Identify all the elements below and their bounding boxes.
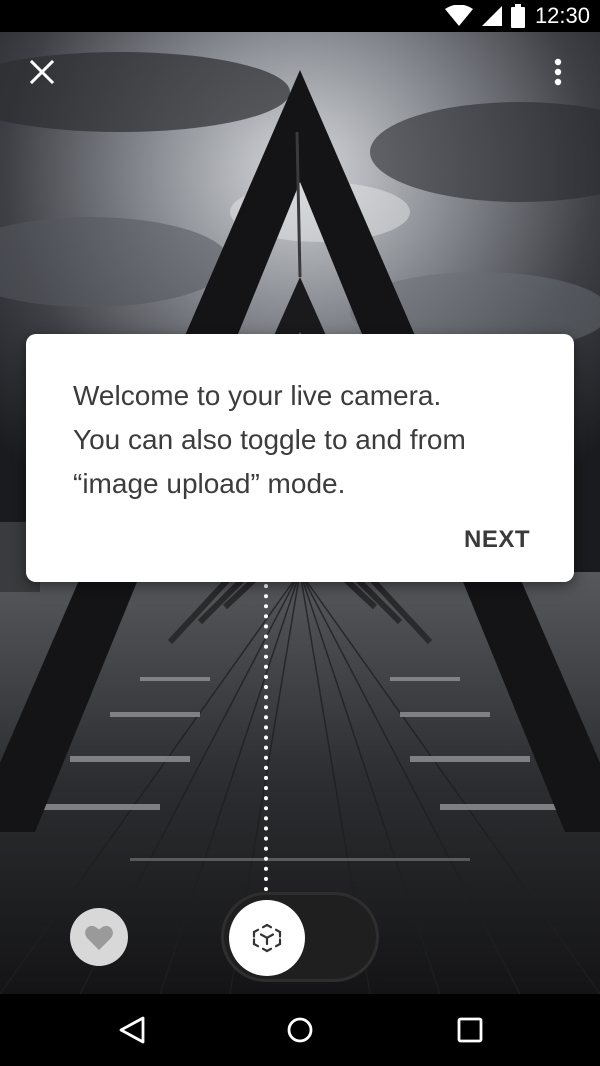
status-bar: 12:30 — [0, 0, 600, 32]
close-icon — [30, 60, 54, 84]
tooltip-line: Welcome to your live camera. — [73, 380, 442, 411]
cell-signal-icon — [481, 6, 502, 26]
more-vertical-icon — [554, 58, 562, 86]
home-icon — [287, 1017, 313, 1043]
recents-button[interactable] — [450, 1010, 490, 1050]
more-options-button[interactable] — [538, 52, 578, 92]
tooltip-line: You can also toggle to and from — [73, 424, 466, 455]
tooltip-pointer-line — [264, 584, 268, 894]
camera-screen: 12:30 Welcome to your live camera. You c… — [0, 0, 600, 1066]
mode-toggle-knob[interactable] — [229, 900, 305, 976]
heart-icon — [85, 925, 113, 950]
recents-icon — [457, 1017, 483, 1043]
close-button[interactable] — [22, 52, 62, 92]
status-time: 12:30 — [534, 3, 590, 28]
back-icon — [119, 1016, 145, 1044]
onboarding-tooltip: Welcome to your live camera. You can als… — [26, 334, 574, 582]
tooltip-message: Welcome to your live camera. You can als… — [73, 374, 543, 506]
ar-cube-icon — [252, 923, 282, 953]
home-button[interactable] — [280, 1010, 320, 1050]
navigation-bar — [0, 994, 600, 1066]
status-icons: 12:30 — [444, 3, 590, 28]
next-button[interactable]: NEXT — [464, 526, 530, 554]
back-button[interactable] — [112, 1010, 152, 1050]
tooltip-line: “image upload” mode. — [73, 468, 346, 499]
wifi-icon — [444, 5, 473, 26]
camera-mode-toggle[interactable] — [221, 892, 379, 982]
battery-icon — [510, 4, 525, 28]
favorite-button[interactable] — [70, 908, 128, 966]
